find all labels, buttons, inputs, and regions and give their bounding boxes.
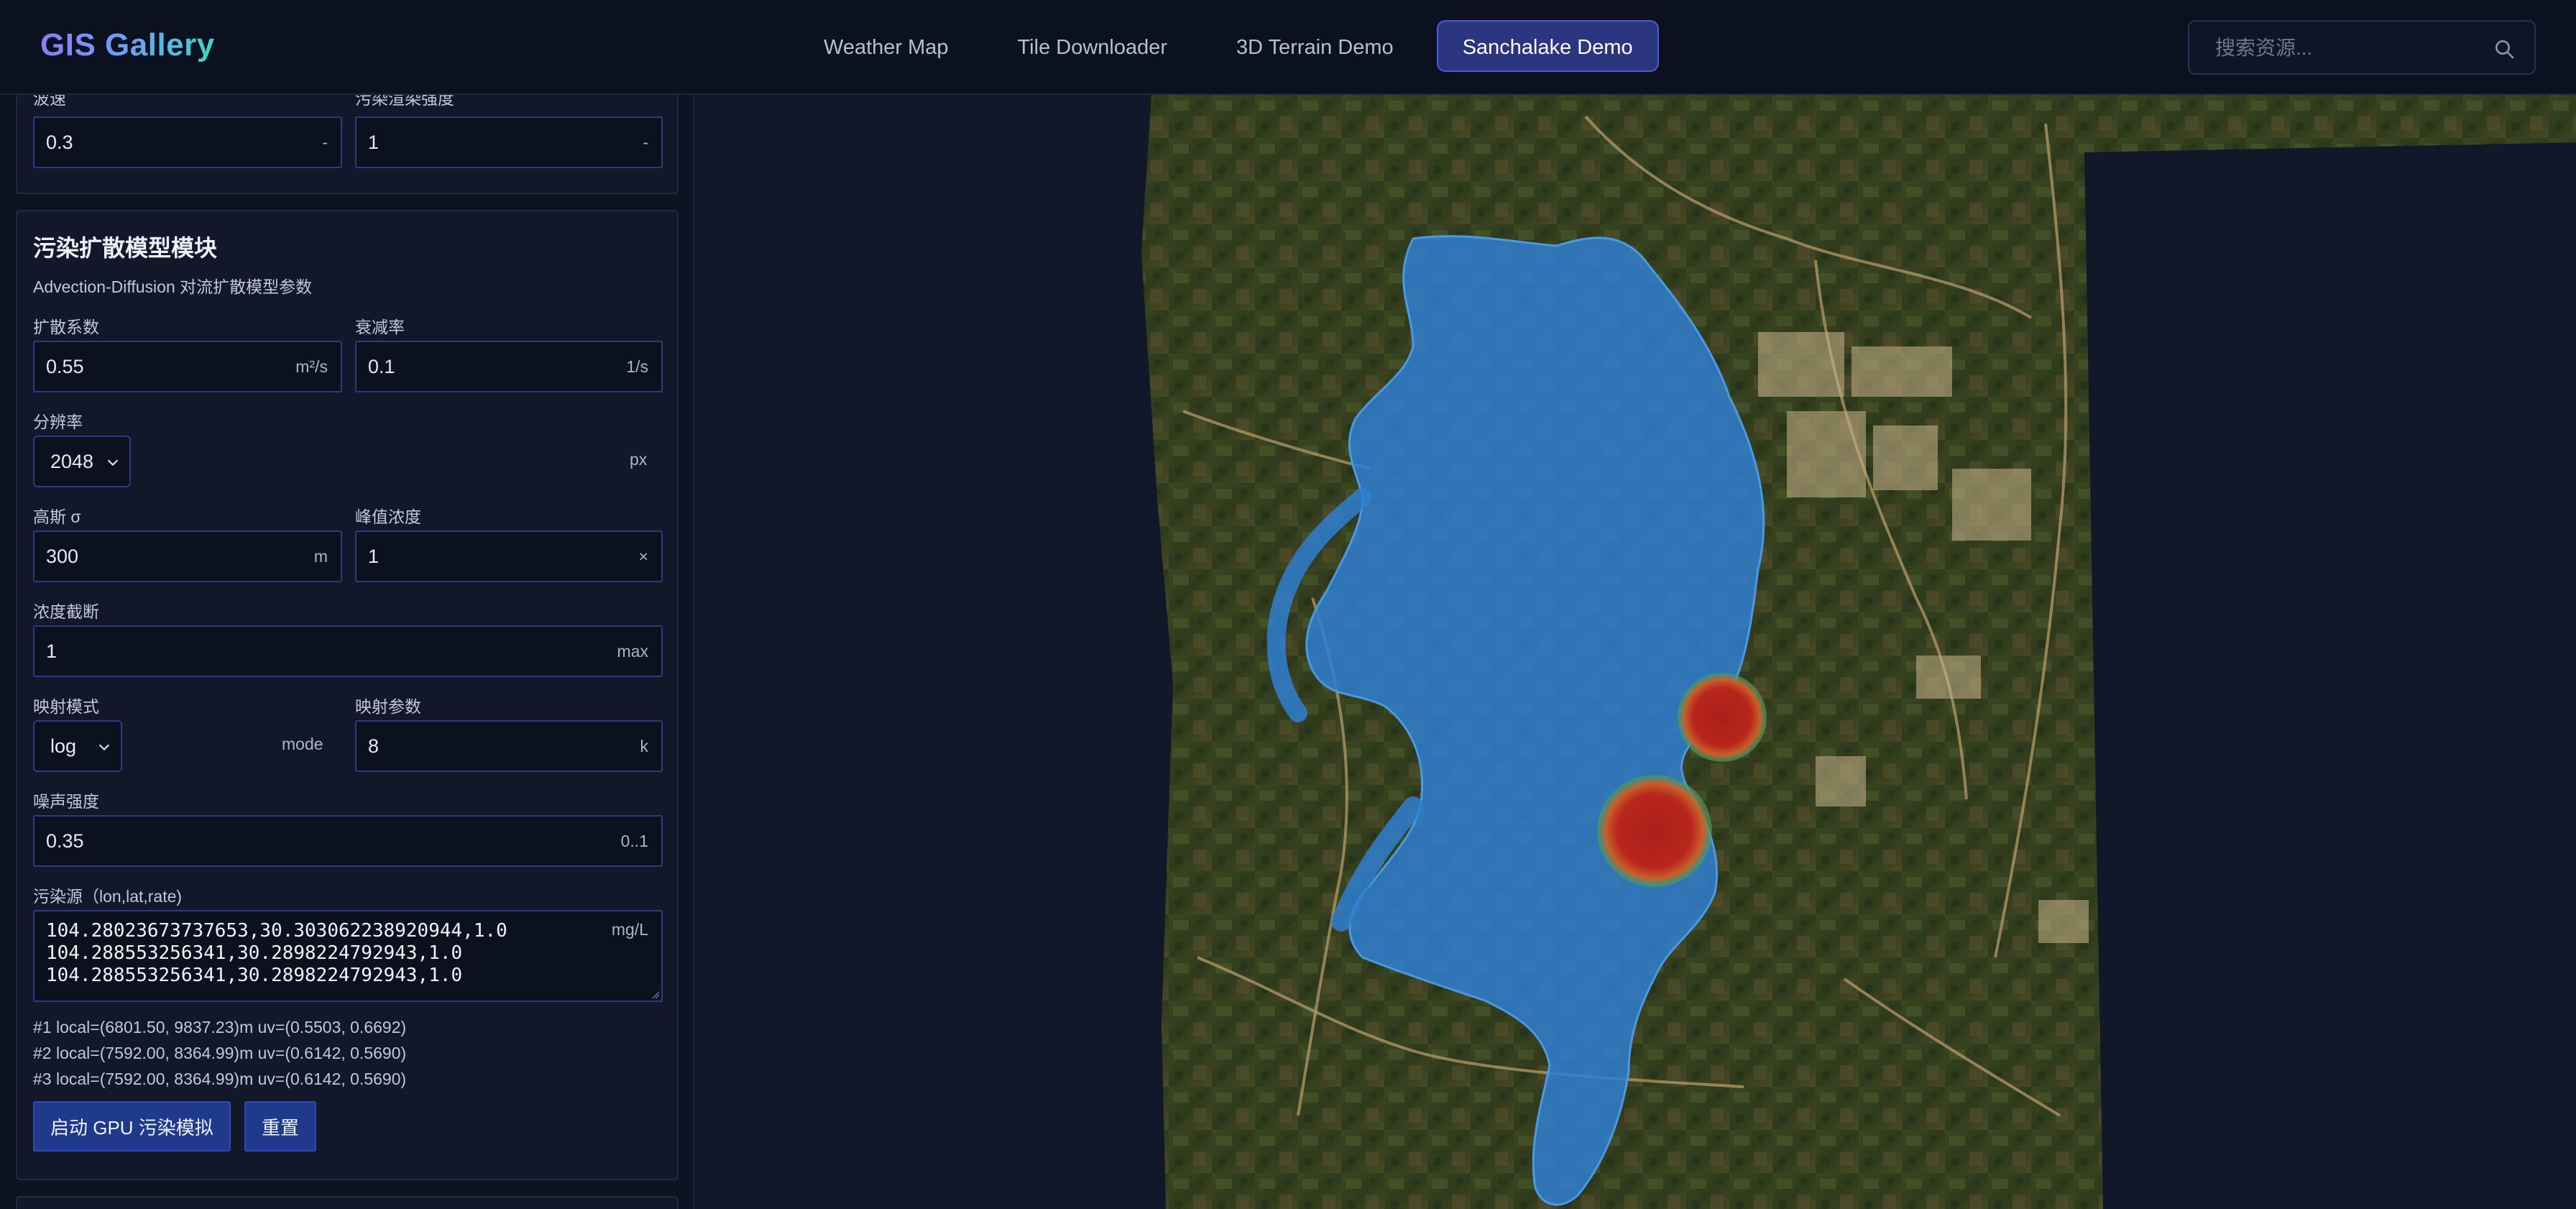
mapping-mode-unit: mode [282, 735, 323, 753]
source-info-1: #1 local=(6801.50, 9837.23)m uv=(0.5503,… [33, 1018, 407, 1036]
pollution-plume-1 [1678, 673, 1767, 762]
noise-input[interactable]: 0.35 0..1 [33, 815, 663, 867]
resize-handle-icon[interactable] [651, 990, 660, 999]
sources-unit: mg/L [611, 920, 648, 939]
main-nav: Weather Map Tile Downloader 3D Terrain D… [798, 20, 1659, 75]
sigma-unit: m [313, 547, 328, 566]
map-viewport[interactable] [694, 95, 2576, 1209]
control-panel[interactable]: 波速 污染渲染强度 0.3 - 1 - 污染扩散模型模块 Advection-D… [0, 95, 694, 1209]
diffusion-value: 0.55 [46, 356, 84, 377]
peak-value: 1 [368, 546, 380, 567]
noise-unit: 0..1 [620, 832, 648, 850]
wave-speed-value: 0.3 [46, 132, 73, 153]
cutoff-label: 浓度截断 [33, 602, 99, 621]
search-icon[interactable] [2493, 37, 2516, 60]
sources-label: 污染源（lon,lat,rate) [33, 887, 183, 906]
diffusion-unit: m²/s [295, 357, 328, 376]
wave-settings-card: 波速 污染渲染强度 0.3 - 1 - [16, 95, 678, 194]
wave-speed-unit: - [322, 133, 328, 152]
tab-3d-terrain-demo[interactable]: 3D Terrain Demo [1210, 20, 1420, 72]
peak-label: 峰值浓度 [355, 507, 421, 526]
mapping-param-value: 8 [368, 735, 380, 757]
mapping-mode-value: log [50, 735, 77, 757]
search-input[interactable] [2214, 22, 2475, 75]
sources-textarea[interactable] [33, 910, 663, 1002]
pollution-model-card: 污染扩散模型模块 Advection-Diffusion 对流扩散模型参数 扩散… [16, 210, 678, 1180]
resolution-unit: px [630, 450, 648, 469]
search-box [2188, 20, 2536, 75]
sigma-input[interactable]: 300 m [33, 530, 342, 582]
resolution-value: 2048 [50, 451, 94, 472]
mapping-mode-label: 映射模式 [33, 697, 99, 716]
diffusion-input[interactable]: 0.55 m²/s [33, 341, 342, 392]
chevron-down-icon [98, 744, 110, 751]
reset-button[interactable]: 重置 [244, 1101, 317, 1151]
mapping-param-label: 映射参数 [355, 697, 421, 716]
decay-unit: 1/s [626, 357, 648, 376]
wave-speed-label: 波速 [33, 95, 66, 108]
model-card-subtitle: Advection-Diffusion 对流扩散模型参数 [33, 277, 313, 296]
cutoff-input[interactable]: 1 max [33, 625, 663, 677]
sigma-label: 高斯 σ [33, 507, 81, 526]
pollution-intensity-value: 1 [368, 132, 380, 153]
tab-sanchalake-demo[interactable]: Sanchalake Demo [1436, 20, 1659, 72]
brand-logo[interactable]: GIS Gallery [40, 27, 215, 63]
top-navigation-bar: GIS Gallery Weather Map Tile Downloader … [0, 0, 2576, 95]
mapping-param-input[interactable]: 8 k [355, 720, 663, 772]
diffusion-label: 扩散系数 [33, 318, 99, 336]
next-settings-card [16, 1196, 678, 1209]
model-card-title: 污染扩散模型模块 [33, 235, 218, 261]
source-info-2: #2 local=(7592.00, 8364.99)m uv=(0.6142,… [33, 1044, 407, 1062]
tab-tile-downloader[interactable]: Tile Downloader [992, 20, 1193, 72]
start-simulation-button[interactable]: 启动 GPU 污染模拟 [33, 1101, 231, 1151]
terrain-map[interactable] [694, 95, 2576, 1209]
cutoff-value: 1 [46, 640, 58, 662]
cutoff-unit: max [617, 642, 648, 661]
wave-speed-input[interactable]: 0.3 - [33, 116, 342, 168]
noise-value: 0.35 [46, 830, 84, 852]
noise-label: 噪声强度 [33, 792, 99, 811]
peak-unit: × [638, 547, 648, 566]
pollution-plume-2 [1597, 775, 1712, 887]
decay-label: 衰减率 [355, 318, 405, 336]
tab-weather-map[interactable]: Weather Map [798, 20, 975, 72]
pollution-intensity-label: 污染渲染强度 [355, 95, 454, 108]
mapping-mode-select[interactable]: log [33, 720, 122, 772]
mapping-param-unit: k [640, 737, 649, 755]
pollution-intensity-unit: - [643, 133, 648, 152]
peak-input[interactable]: 1 × [355, 530, 663, 582]
pollution-intensity-input[interactable]: 1 - [355, 116, 663, 168]
resolution-label: 分辨率 [33, 413, 83, 431]
resolution-select[interactable]: 2048 [33, 436, 131, 487]
decay-value: 0.1 [368, 356, 395, 377]
chevron-down-icon [107, 459, 119, 466]
sigma-value: 300 [46, 546, 79, 567]
source-info-3: #3 local=(7592.00, 8364.99)m uv=(0.6142,… [33, 1070, 407, 1088]
decay-input[interactable]: 0.1 1/s [355, 341, 663, 392]
